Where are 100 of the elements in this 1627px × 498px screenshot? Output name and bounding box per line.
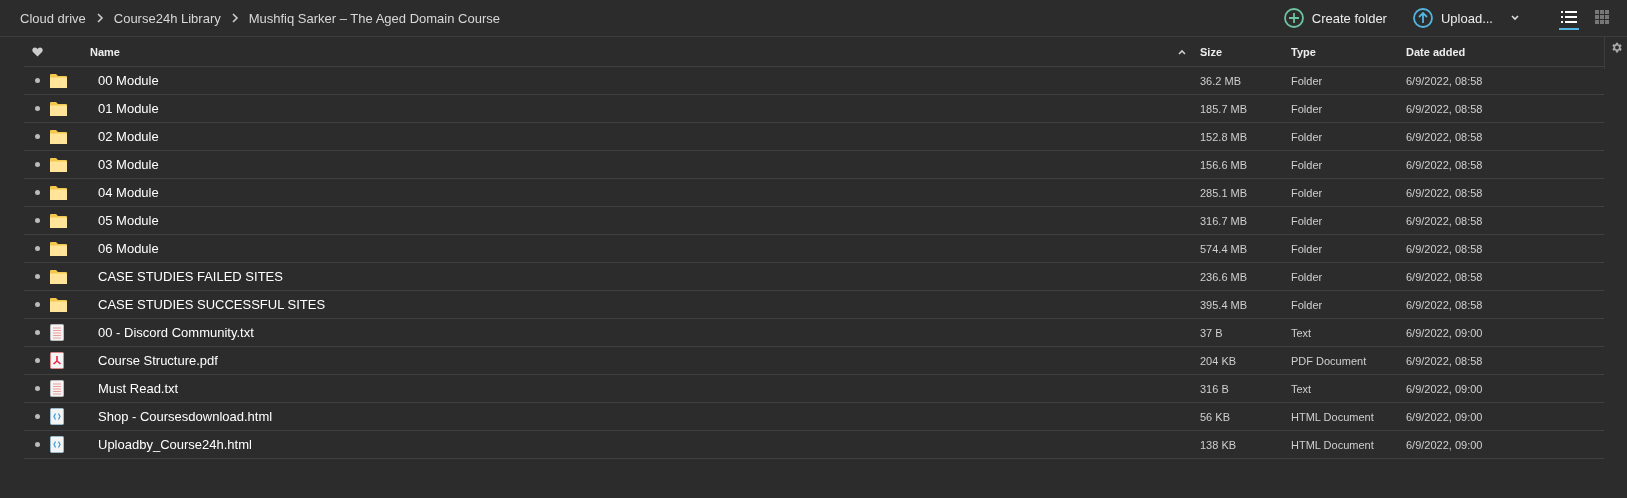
type-cell-text: Folder	[1291, 298, 1324, 311]
sort-up-icon[interactable]	[1178, 48, 1186, 55]
folder-icon	[50, 185, 67, 200]
type-cell-text: HTML Document	[1291, 438, 1375, 451]
file-name[interactable]: Shop - Coursesdownload.html	[90, 409, 1200, 424]
size-cell-text: 36.2 MB	[1200, 74, 1242, 87]
file-name[interactable]: 05 Module	[90, 213, 1200, 228]
type-cell-text: Folder	[1291, 74, 1324, 87]
file-name[interactable]: 04 Module	[90, 185, 1200, 200]
date-cell-text: 6/9/2022, 09:00	[1406, 438, 1484, 451]
folder-icon	[50, 101, 67, 116]
date-cell-text: 6/9/2022, 08:58	[1406, 102, 1484, 115]
size-cell-text: 316 B	[1200, 382, 1230, 395]
size-cell-text: 37 B	[1200, 326, 1224, 339]
type-cell-text: Folder	[1291, 214, 1324, 227]
status-dot	[34, 442, 40, 447]
type-cell-text: Text	[1291, 382, 1313, 395]
code-file-icon	[50, 436, 64, 453]
file-name[interactable]: 03 Module	[90, 157, 1200, 172]
size-cell-text: 152.8 MB	[1200, 130, 1249, 143]
file-name[interactable]: CASE STUDIES SUCCESSFUL SITES	[90, 297, 1200, 312]
file-name[interactable]: 00 - Discord Community.txt	[90, 325, 1200, 340]
file-name[interactable]: Uploadby_Course24h.html	[90, 437, 1200, 452]
type-cell-text: Folder	[1291, 158, 1324, 171]
status-dot	[34, 190, 40, 195]
file-name[interactable]: 02 Module	[90, 129, 1200, 144]
pdf-icon	[50, 352, 64, 369]
status-dot	[34, 134, 40, 139]
column-header[interactable]: Date added	[1406, 45, 1604, 58]
status-dot	[34, 302, 40, 307]
chevron-right-icon	[95, 13, 104, 23]
date-cell-text: 6/9/2022, 09:00	[1406, 382, 1484, 395]
date-cell-text: 6/9/2022, 09:00	[1406, 410, 1484, 423]
column-header[interactable]: Type	[1291, 45, 1406, 58]
column-header[interactable]: Size	[1200, 45, 1291, 58]
folder-icon	[50, 297, 67, 312]
chevron-right-icon	[230, 13, 239, 23]
status-dot	[34, 414, 40, 419]
upload-button[interactable]: Upload...	[1412, 8, 1519, 28]
size-cell-text: 138 KB	[1200, 438, 1238, 451]
document-icon	[50, 324, 64, 341]
date-cell-text: 6/9/2022, 08:58	[1406, 214, 1484, 227]
size-cell-text: 185.7 MB	[1200, 102, 1249, 115]
create-folder-button[interactable]: Create folder	[1283, 8, 1387, 28]
date-cell-text: 6/9/2022, 09:00	[1406, 326, 1484, 339]
type-cell-text: Text	[1291, 326, 1313, 339]
folder-icon	[50, 73, 67, 88]
status-dot	[34, 358, 40, 363]
file-name[interactable]: Course Structure.pdf	[90, 353, 1200, 368]
file-name[interactable]: Must Read.txt	[90, 381, 1200, 396]
breadcrumb-link[interactable]: Cloud drive	[20, 10, 86, 26]
file-name[interactable]: 01 Module	[90, 101, 1200, 116]
date-cell-text: 6/9/2022, 08:58	[1406, 298, 1484, 311]
type-cell-text: HTML Document	[1291, 410, 1375, 423]
size-cell-text: 236.6 MB	[1200, 270, 1249, 283]
plus-circle-icon	[1283, 8, 1304, 28]
code-file-icon	[50, 408, 64, 425]
status-dot	[34, 78, 40, 83]
type-cell-text: Folder	[1291, 242, 1324, 255]
status-dot	[34, 162, 40, 167]
folder-icon	[50, 129, 67, 144]
date-cell-text: 6/9/2022, 08:58	[1406, 158, 1484, 171]
size-cell-text: 395.4 MB	[1200, 298, 1249, 311]
caret-icon	[1511, 15, 1519, 21]
status-dot	[34, 246, 40, 251]
size-cell-text: 56 KB	[1200, 410, 1231, 423]
breadcrumb-link[interactable]: Mushfiq Sarker – The Aged Domain Course	[248, 10, 500, 26]
status-dot	[34, 218, 40, 223]
type-cell-text: Folder	[1291, 186, 1324, 199]
grid-view-icon	[1595, 9, 1609, 24]
date-cell-text: 6/9/2022, 08:58	[1406, 242, 1484, 255]
status-dot	[34, 274, 40, 279]
breadcrumb-link[interactable]: Course24h Library	[113, 10, 221, 26]
folder-icon	[50, 241, 67, 256]
date-cell-text: 6/9/2022, 08:58	[1406, 354, 1484, 367]
folder-icon	[50, 157, 67, 172]
status-dot	[34, 106, 40, 111]
list-view-icon	[1561, 10, 1577, 23]
size-cell-text: 204 KB	[1200, 354, 1238, 367]
file-name[interactable]: 06 Module	[90, 241, 1200, 256]
type-cell-text: Folder	[1291, 102, 1324, 115]
date-cell-text: 6/9/2022, 08:58	[1406, 130, 1484, 143]
type-cell-text: Folder	[1291, 130, 1324, 143]
status-dot	[34, 330, 40, 335]
size-cell-text: 316.7 MB	[1200, 214, 1249, 227]
upload-icon	[1412, 8, 1433, 28]
type-cell-text: PDF Document	[1291, 354, 1368, 367]
file-name[interactable]: 00 Module	[90, 73, 1200, 88]
date-cell-text: 6/9/2022, 08:58	[1406, 186, 1484, 199]
size-cell-text: 574.4 MB	[1200, 242, 1249, 255]
folder-icon	[50, 213, 67, 228]
heart-icon	[31, 46, 43, 57]
date-cell-text: 6/9/2022, 08:58	[1406, 270, 1484, 283]
status-dot	[34, 386, 40, 391]
document-icon	[50, 380, 64, 397]
file-name[interactable]: CASE STUDIES FAILED SITES	[90, 269, 1200, 284]
column-header[interactable]: Name	[90, 45, 120, 58]
size-cell-text: 285.1 MB	[1200, 186, 1249, 199]
type-cell-text: Folder	[1291, 270, 1324, 283]
size-cell-text: 156.6 MB	[1200, 158, 1249, 171]
